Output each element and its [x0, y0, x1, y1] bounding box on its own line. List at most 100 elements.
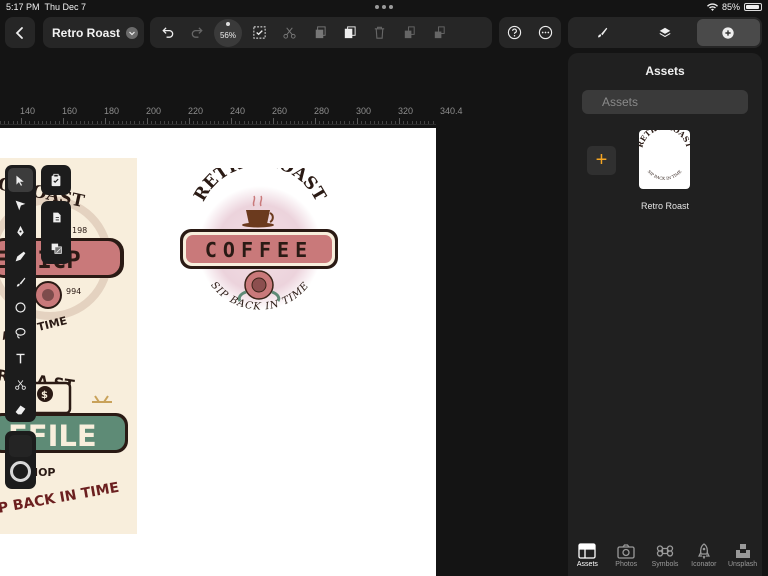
scissors-icon [282, 27, 296, 39]
more-button[interactable] [531, 18, 561, 48]
ruler-tick [415, 121, 417, 124]
ruler-tick [138, 121, 140, 124]
pencil-tool[interactable] [8, 245, 33, 269]
tab-assets[interactable]: Assets [568, 540, 607, 576]
tab-style[interactable] [570, 19, 633, 46]
ruler-tick [273, 118, 274, 124]
group-button[interactable] [44, 236, 68, 260]
horizontal-ruler[interactable]: 140 160 180 200 220 240 260 280 300 320 340.4 [0, 103, 463, 125]
camera-icon [617, 544, 635, 559]
paste-button[interactable] [334, 18, 364, 48]
assets-icon [578, 543, 597, 559]
ruler-tick [336, 121, 337, 124]
tab-photos[interactable]: Photos [607, 540, 646, 576]
ruler-label: 180 [104, 106, 120, 116]
ruler-tick [432, 121, 434, 124]
ruler-tick [130, 121, 132, 124]
ruler-tick [218, 121, 220, 124]
ruler-tick [340, 121, 342, 124]
ruler-tick [88, 121, 90, 124]
ruler-tick [37, 121, 39, 124]
ruler-tick [0, 121, 1, 124]
paste-in-place-button[interactable] [44, 205, 68, 229]
fill-color-swatch[interactable] [9, 435, 32, 457]
duplicate-button[interactable] [394, 18, 424, 48]
asset-thumbnail[interactable]: RETRO ROAST SIP BACK IN TIME [639, 130, 690, 189]
select-all-button[interactable] [244, 18, 274, 48]
ruler-label: 200 [146, 106, 162, 116]
multitask-dots[interactable] [375, 5, 393, 9]
eraser-tool[interactable] [8, 398, 33, 422]
tab-add[interactable] [696, 19, 760, 46]
ruler-tick [243, 121, 245, 124]
copy-button[interactable] [304, 18, 334, 48]
help-more-group [499, 17, 561, 48]
tab-assets-label: Assets [576, 561, 598, 568]
logo-banner-text: COFFEE [205, 238, 313, 262]
ruler-tick [361, 121, 363, 124]
assets-search-input[interactable] [582, 90, 748, 114]
scissors-tool[interactable] [8, 372, 33, 396]
ruler-tick [54, 121, 56, 124]
ruler-tick [231, 118, 232, 124]
ruler-tick [189, 118, 190, 124]
lasso-tool[interactable] [8, 321, 33, 345]
ruler-tick [365, 121, 367, 124]
document-title-button[interactable]: Retro Roast [43, 17, 144, 48]
ruler-tick [390, 121, 392, 124]
arrange-button[interactable] [424, 18, 454, 48]
ruler-label: 140 [20, 106, 36, 116]
clipboard-icon [51, 173, 61, 187]
tab-symbols[interactable]: Symbols [646, 540, 685, 576]
tab-unsplash[interactable]: Unsplash [723, 540, 762, 576]
ruler-tick [239, 121, 241, 124]
stroke-color-swatch[interactable] [10, 461, 31, 482]
chevron-left-icon [15, 26, 23, 39]
ruler-tick [147, 118, 148, 124]
direct-select-tool[interactable] [8, 194, 33, 218]
ruler-tick [96, 121, 98, 124]
cut-button[interactable] [274, 18, 304, 48]
ruler-tick [268, 121, 270, 124]
ruler-label: 240 [230, 106, 246, 116]
redo-button[interactable] [182, 18, 212, 48]
shape-tool[interactable] [8, 296, 33, 320]
ruler-tick [134, 121, 136, 124]
battery-percent: 85% [721, 2, 740, 12]
add-asset-button[interactable]: + [587, 146, 616, 175]
brush-tool[interactable] [8, 270, 33, 294]
pen-tool[interactable] [8, 219, 33, 243]
ruler-tick [277, 121, 279, 124]
zoom-level: 56% [219, 31, 236, 40]
art-text-2: 198 [72, 226, 87, 235]
delete-button[interactable] [364, 18, 394, 48]
help-button[interactable] [500, 18, 530, 48]
back-button[interactable] [5, 17, 35, 48]
ruler-tick [411, 121, 413, 124]
ruler-tick [302, 121, 304, 124]
tab-iconator[interactable]: Iconator [684, 540, 723, 576]
redo-icon [191, 27, 203, 38]
svg-text:$: $ [41, 390, 48, 401]
select-tool[interactable] [8, 168, 33, 192]
date-text: Thu Dec 7 [44, 2, 87, 12]
ruler-tick [159, 121, 161, 124]
ruler-tick [222, 121, 224, 124]
ruler-tick [121, 121, 123, 124]
clipboard-tool-button[interactable] [41, 165, 71, 195]
canvas[interactable]: O ROAST 198 EE ICP 994 ACK I TIME R RAA … [0, 128, 436, 576]
text-tool[interactable] [8, 347, 33, 371]
ruler-tick [407, 121, 409, 124]
undo-button[interactable] [152, 18, 182, 48]
ruler-tick [42, 121, 43, 124]
ruler-tick [264, 121, 266, 124]
ruler-tick [357, 118, 358, 124]
boolean-tools [41, 201, 71, 264]
zoom-button[interactable]: 56% [214, 18, 242, 47]
tab-symbols-label: Symbols [651, 561, 679, 568]
ruler-tick [285, 121, 287, 124]
tab-layers[interactable] [633, 19, 696, 46]
retro-roast-logo[interactable]: RETRO ROAST COFFEE SIP BACK IN TIME [176, 168, 344, 328]
ruler-tick [16, 121, 18, 124]
ruler-tick [126, 121, 127, 124]
